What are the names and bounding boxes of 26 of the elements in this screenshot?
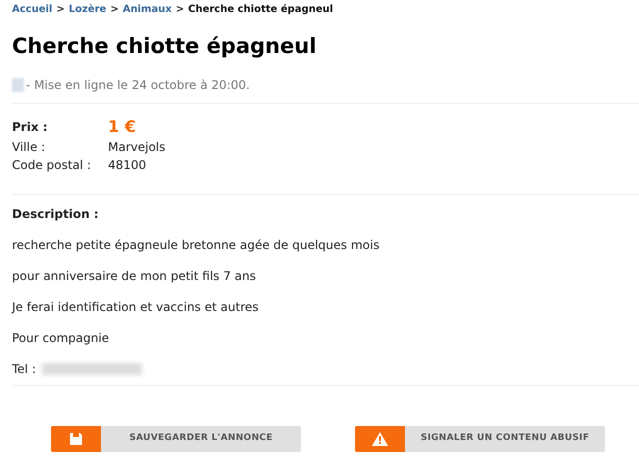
detail-label: Code postal : (12, 157, 92, 174)
description-line: recherche petite épagneule bretonne agée de quelques mois (12, 237, 380, 254)
breadcrumb-separator: > (56, 3, 65, 17)
breadcrumb-link[interactable]: Animaux (122, 2, 172, 17)
warning-icon (372, 432, 388, 446)
detail-value: Marvejols (108, 139, 166, 156)
phone-label: Tel : (12, 361, 36, 378)
description-line: pour anniversaire de mon petit fils 7 ans (12, 268, 257, 285)
description-line: Je ferai identification et vaccins et autres (12, 299, 260, 316)
breadcrumb-current: Cherche chiotte épagneul (188, 3, 334, 17)
detail-label: Prix : (12, 119, 49, 136)
detail-value: 48100 (108, 157, 148, 174)
detail-label: Ville : (12, 139, 46, 156)
action-button[interactable]: SAUVEGARDER L'ANNONCE (51, 426, 301, 452)
description-line: Pour compagnie (12, 330, 110, 347)
action-button[interactable]: SIGNALER UN CONTENU ABUSIF (355, 426, 605, 452)
breadcrumb-separator: > (176, 3, 184, 17)
posted-date: - Mise en ligne le 24 octobre à 20:00. (26, 77, 250, 94)
breadcrumb-link[interactable]: Accueil (12, 2, 52, 17)
save-icon (70, 433, 82, 445)
breadcrumb-separator: > (110, 3, 119, 17)
redacted-name (12, 78, 24, 92)
price-value: 1 € (108, 116, 137, 138)
page-title: Cherche chiotte épagneul (12, 33, 318, 59)
description-heading: Description : (12, 206, 100, 223)
breadcrumb-link[interactable]: Lozère (68, 2, 106, 17)
